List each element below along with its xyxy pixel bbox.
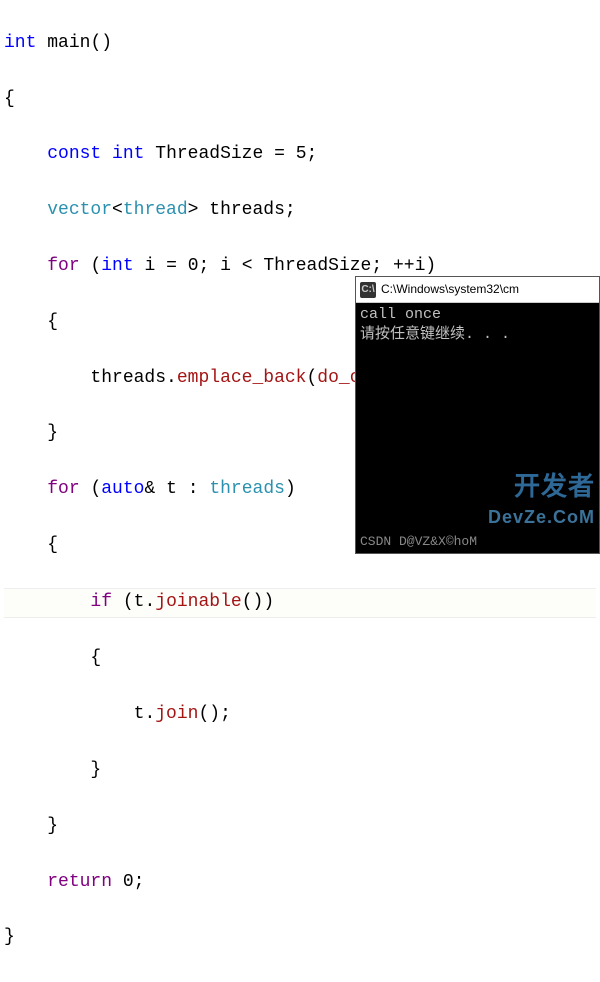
code-line: } (4, 757, 596, 785)
console-title-bar[interactable]: C:\ C:\Windows\system32\cm (356, 277, 599, 303)
code-line: } (4, 924, 596, 952)
code-line: } (4, 813, 596, 841)
console-output-line: 请按任意键继续. . . (360, 325, 595, 345)
code-line: { (4, 86, 596, 114)
code-line: const int ThreadSize = 5; (4, 141, 596, 169)
console-output-line: call once (360, 305, 595, 325)
code-line: t.join(); (4, 701, 596, 729)
code-line: vector<thread> threads; (4, 197, 596, 225)
console-icon: C:\ (360, 282, 376, 298)
code-line: return 0; (4, 869, 596, 897)
console-title-text: C:\Windows\system32\cm (381, 280, 519, 299)
code-line: { (4, 645, 596, 673)
console-body: call once 请按任意键继续. . . (356, 303, 599, 348)
code-line: int main() (4, 30, 596, 58)
code-line-highlighted: if (t.joinable()) (4, 588, 596, 618)
watermark-text: 开发者 (514, 466, 595, 506)
watermark-text: DevZe.CoM (488, 504, 595, 532)
watermark-text: CSDN D@VZ&X©hoM (360, 532, 477, 552)
